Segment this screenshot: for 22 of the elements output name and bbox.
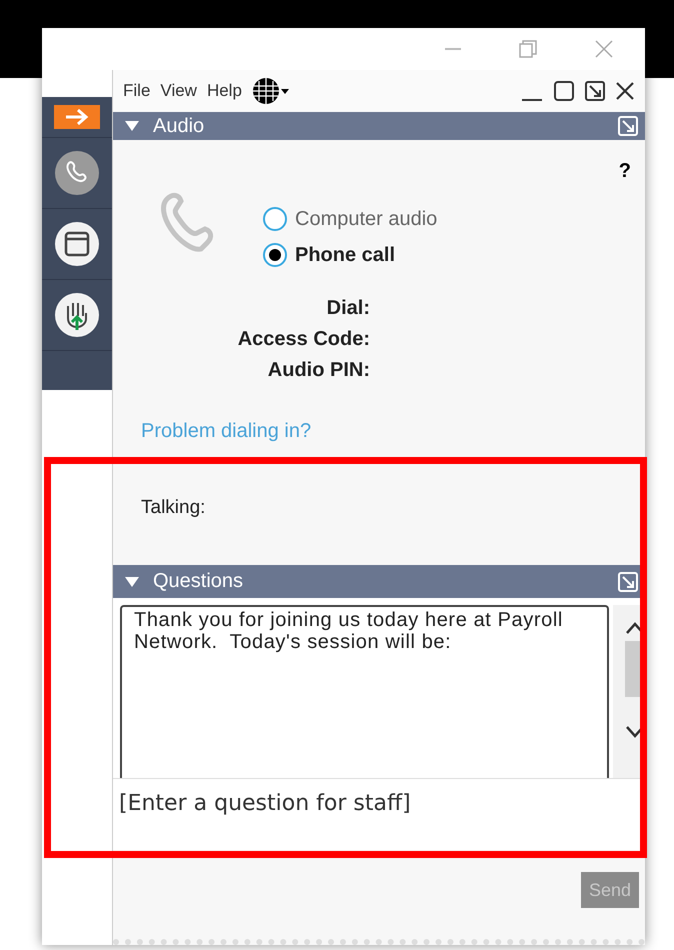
globe-dropdown-icon[interactable] xyxy=(252,77,290,105)
menu-item[interactable]: View xyxy=(160,81,197,101)
field-label: Audio PIN: xyxy=(268,359,370,382)
field-label: Access Code: xyxy=(238,328,370,351)
window-icon[interactable] xyxy=(54,221,100,267)
menu-item[interactable]: File xyxy=(123,81,150,101)
maximize-icon[interactable] xyxy=(553,80,575,102)
radio-option[interactable]: Computer audio xyxy=(263,207,438,231)
collapse-caret-icon[interactable] xyxy=(125,121,139,131)
menu-item[interactable]: Help xyxy=(206,81,242,101)
radio-option[interactable]: Phone call xyxy=(263,243,438,267)
close-icon[interactable] xyxy=(615,81,635,101)
talking-label: Talking: xyxy=(141,497,206,518)
help-icon[interactable]: ? xyxy=(618,160,631,183)
audio-panel-header[interactable]: Audio xyxy=(113,112,645,140)
panel-title: Questions xyxy=(153,570,244,593)
phone-icon[interactable] xyxy=(54,150,100,196)
panel-title: Audio xyxy=(153,114,206,138)
hand-raise-icon[interactable] xyxy=(54,292,100,338)
field-label: Dial: xyxy=(326,297,370,320)
collapse-caret-icon[interactable] xyxy=(125,576,139,586)
pop-out-icon[interactable] xyxy=(585,81,605,101)
